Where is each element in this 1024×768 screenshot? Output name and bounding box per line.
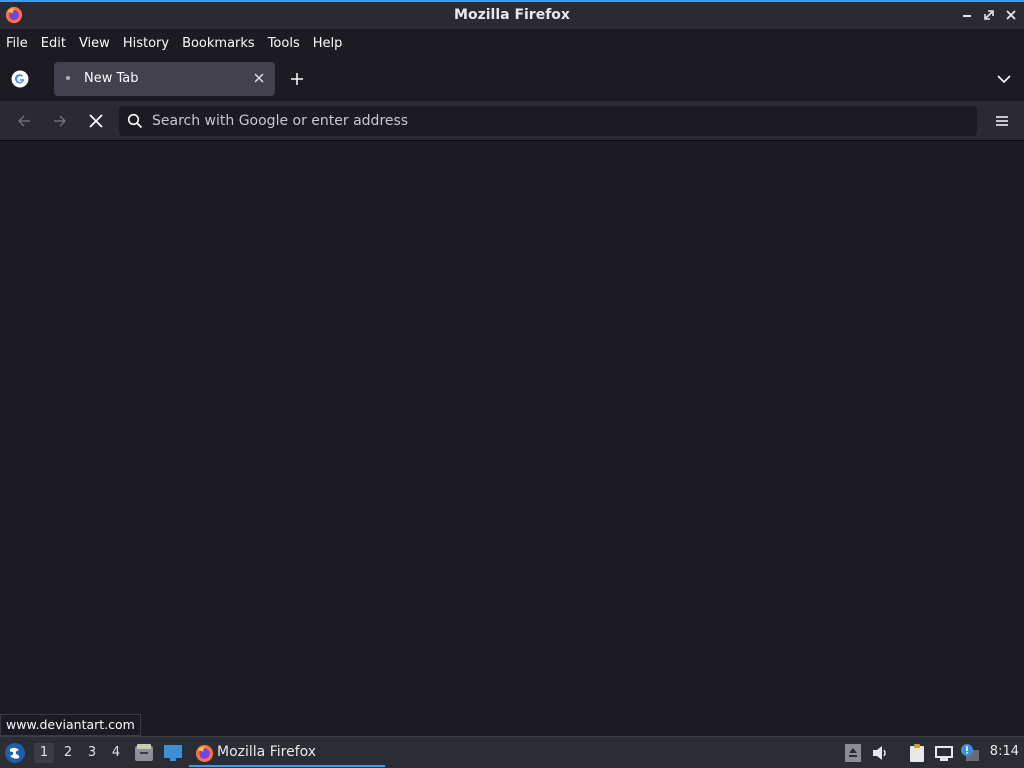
menu-view[interactable]: View [79, 36, 110, 51]
url-bar[interactable] [119, 106, 977, 136]
menu-tools[interactable]: Tools [268, 36, 300, 51]
pinned-tab-google[interactable] [8, 67, 32, 91]
tab-title: New Tab [84, 71, 139, 86]
close-icon [254, 73, 264, 83]
notification-icon[interactable] [960, 743, 980, 763]
maximize-button[interactable] [980, 5, 998, 25]
list-all-tabs-button[interactable] [994, 69, 1014, 89]
close-icon [1006, 10, 1016, 20]
taskbar: 1 2 3 4 Mozilla Firefox 8:14 [0, 736, 1024, 768]
network-icon[interactable] [934, 743, 954, 763]
menu-edit[interactable]: Edit [41, 36, 66, 51]
restore-icon [984, 10, 994, 20]
workspace-1[interactable]: 1 [34, 743, 54, 763]
arrow-right-icon [54, 115, 67, 127]
minimize-button[interactable] [958, 5, 976, 25]
window-titlebar[interactable]: Mozilla Firefox [0, 0, 1024, 29]
status-link-preview: www.deviantart.com [0, 714, 141, 736]
plus-icon [291, 73, 303, 85]
search-icon [127, 113, 143, 129]
start-menu-icon[interactable] [4, 742, 26, 764]
app-menu-button[interactable] [992, 111, 1012, 131]
file-manager-icon[interactable] [134, 743, 154, 763]
tab-strip: New Tab [0, 57, 1024, 101]
volume-icon[interactable] [870, 743, 890, 763]
firefox-icon [195, 744, 214, 763]
new-tab-button[interactable] [286, 68, 308, 90]
google-icon [11, 70, 29, 88]
stop-button[interactable] [84, 109, 108, 133]
back-button[interactable] [12, 109, 36, 133]
window-title: Mozilla Firefox [454, 7, 570, 23]
menu-help[interactable]: Help [313, 36, 343, 51]
navigation-toolbar [0, 101, 1024, 141]
tab-new-tab[interactable]: New Tab [54, 62, 275, 96]
workspace-2[interactable]: 2 [58, 743, 78, 763]
task-label: Mozilla Firefox [217, 744, 317, 760]
chevron-down-icon [997, 75, 1011, 84]
address-input[interactable] [152, 106, 952, 136]
menu-file[interactable]: File [6, 36, 28, 51]
clock: 8:14 [989, 744, 1019, 759]
menu-bar: File Edit View History Bookmarks Tools H… [0, 29, 1024, 57]
show-desktop-icon[interactable] [163, 744, 183, 762]
workspace-3[interactable]: 3 [82, 743, 102, 763]
arrow-left-icon [17, 115, 30, 127]
taskbar-firefox-task[interactable]: Mozilla Firefox [189, 739, 385, 767]
eject-icon[interactable] [843, 743, 863, 763]
close-window-button[interactable] [1002, 5, 1020, 25]
menu-bookmarks[interactable]: Bookmarks [182, 36, 255, 51]
menu-history[interactable]: History [123, 36, 169, 51]
minimize-icon [963, 15, 971, 17]
hamburger-menu-icon [996, 116, 1008, 126]
page-content[interactable] [0, 141, 1024, 736]
workspace-4[interactable]: 4 [106, 743, 126, 763]
clipboard-icon[interactable] [907, 743, 927, 763]
loading-dot-icon [66, 76, 70, 80]
forward-button[interactable] [48, 109, 72, 133]
tab-close-button[interactable] [251, 70, 267, 86]
stop-icon [89, 114, 103, 128]
